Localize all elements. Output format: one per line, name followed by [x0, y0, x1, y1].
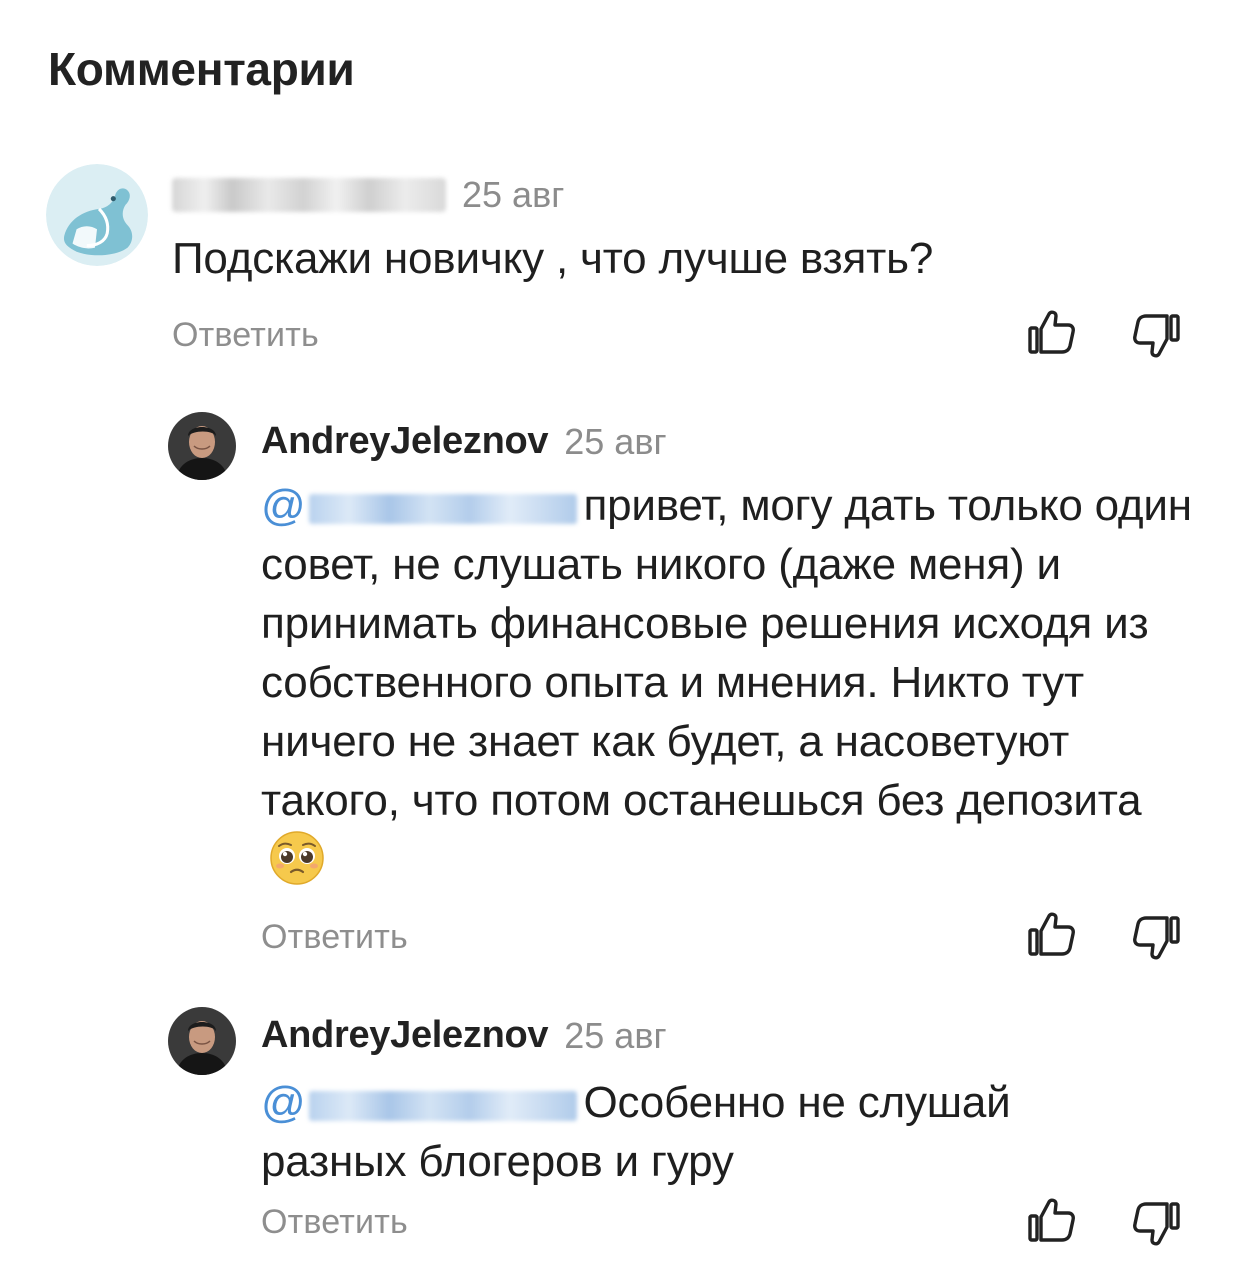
- comments-page: Комментарии 25 авг Подскажи новичку , чт…: [0, 0, 1236, 1272]
- comment-text: @ привет, могу дать только один совет, не…: [261, 476, 1201, 891]
- comment-date: 25 авг: [462, 174, 565, 215]
- thumbs-down-icon[interactable]: [1130, 1198, 1182, 1250]
- comment-meta: 25 авг: [172, 174, 564, 216]
- author-name-blurred[interactable]: [172, 178, 446, 212]
- section-title: Комментарии: [48, 43, 355, 95]
- comment-text: @ Особенно не слушай разных блогеров и гу…: [261, 1073, 1081, 1191]
- mention-username-blurred: [309, 1091, 578, 1121]
- user-photo-avatar[interactable]: [168, 1007, 236, 1075]
- reply-button[interactable]: Ответить: [261, 1203, 408, 1242]
- comment-meta: AndreyJeleznov 25 авг: [261, 1014, 667, 1057]
- thumbs-down-icon[interactable]: [1130, 912, 1182, 964]
- mention-link[interactable]: @: [261, 481, 583, 530]
- comment-date: 25 авг: [564, 420, 667, 462]
- pleading-face-emoji: [269, 830, 325, 886]
- thumbs-up-icon[interactable]: [1026, 306, 1078, 358]
- author-name[interactable]: AndreyJeleznov: [261, 1014, 549, 1057]
- author-name[interactable]: AndreyJeleznov: [261, 420, 549, 463]
- reply-button[interactable]: Ответить: [261, 918, 408, 957]
- comment-date: 25 авг: [564, 1014, 667, 1056]
- user-photo-avatar[interactable]: [168, 412, 236, 480]
- reply-button[interactable]: Ответить: [172, 316, 319, 355]
- thumbs-down-icon[interactable]: [1130, 310, 1182, 362]
- comment-meta: AndreyJeleznov 25 авг: [261, 420, 667, 463]
- mention-username-blurred: [309, 494, 578, 524]
- comment-body: привет, могу дать только один совет, не …: [261, 481, 1192, 825]
- thumbs-up-icon[interactable]: [1026, 908, 1078, 960]
- comment-text: Подскажи новичку , что лучше взять?: [172, 234, 934, 283]
- otter-avatar-icon[interactable]: [46, 164, 148, 266]
- thumbs-up-icon[interactable]: [1026, 1194, 1078, 1246]
- mention-link[interactable]: @: [261, 1078, 583, 1127]
